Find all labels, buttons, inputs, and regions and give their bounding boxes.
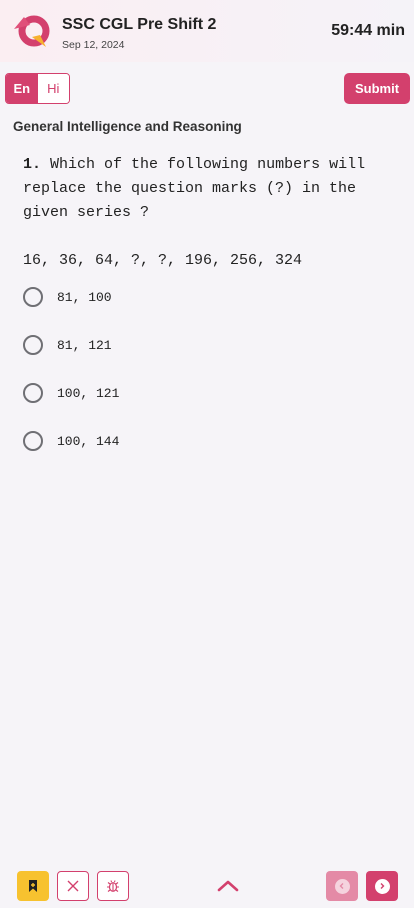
chevron-left-icon xyxy=(334,878,350,894)
chevron-up-icon xyxy=(217,880,239,892)
lang-hi-button[interactable]: Hi xyxy=(37,74,69,103)
chevron-right-icon xyxy=(374,878,390,894)
clear-response-button[interactable] xyxy=(57,871,89,901)
option-label: 81, 100 xyxy=(57,289,112,305)
timer-display: 59:44 min xyxy=(331,22,405,39)
option-label: 100, 121 xyxy=(57,385,120,401)
question-number: 1. xyxy=(23,156,42,173)
submit-button[interactable]: Submit xyxy=(344,73,410,104)
bookmark-icon xyxy=(29,880,37,892)
header-bar: SSC CGL Pre Shift 2 Sep 12, 2024 59:44 m… xyxy=(0,0,414,62)
section-title: General Intelligence and Reasoning xyxy=(13,119,242,134)
bookmark-button[interactable] xyxy=(17,871,49,901)
option-4[interactable]: 100, 144 xyxy=(23,429,393,453)
radio-button[interactable] xyxy=(23,431,43,451)
next-question-button[interactable] xyxy=(366,871,398,901)
radio-button[interactable] xyxy=(23,287,43,307)
report-button[interactable] xyxy=(97,871,129,901)
bottom-bar xyxy=(0,862,414,908)
previous-question-button[interactable] xyxy=(326,871,358,901)
bug-icon xyxy=(107,880,119,892)
lang-en-button[interactable]: En xyxy=(6,74,38,103)
option-3[interactable]: 100, 121 xyxy=(23,381,393,405)
option-1[interactable]: 81, 100 xyxy=(23,285,393,309)
test-date: Sep 12, 2024 xyxy=(62,39,125,51)
radio-button[interactable] xyxy=(23,335,43,355)
option-label: 81, 121 xyxy=(57,337,112,353)
question-body: Which of the following numbers will repl… xyxy=(23,156,366,221)
q-logo-icon xyxy=(14,15,50,47)
radio-button[interactable] xyxy=(23,383,43,403)
question-text: 1. Which of the following numbers will r… xyxy=(23,153,393,225)
close-icon xyxy=(67,880,79,892)
test-title: SSC CGL Pre Shift 2 xyxy=(62,16,217,33)
language-toggle: En Hi xyxy=(5,73,70,104)
option-label: 100, 144 xyxy=(57,433,120,449)
expand-palette-button[interactable] xyxy=(212,871,244,901)
option-2[interactable]: 81, 121 xyxy=(23,333,393,357)
question-series: 16, 36, 64, ?, ?, 196, 256, 324 xyxy=(23,252,303,269)
